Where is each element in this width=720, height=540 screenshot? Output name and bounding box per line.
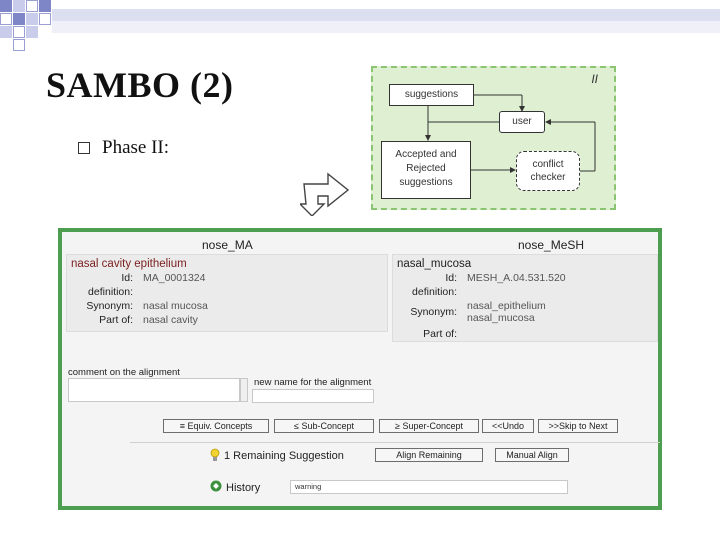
id-label: Id: [121,272,133,284]
left-synonym-row: Synonym: nasal mucosa [67,300,387,313]
new-name-input[interactable] [252,389,374,403]
align-remaining-button[interactable]: Align Remaining [375,448,483,462]
decor-square [26,26,38,38]
slide-title: SAMBO (2) [46,65,234,105]
left-synonym-value: nasal mucosa [143,300,208,312]
synonym-label: Synonym: [86,300,133,312]
right-ontology-header: nose_MeSH [518,238,585,252]
left-concept-name: nasal cavity epithelium [71,258,187,270]
right-id-row: Id: MESH_A.04.531.520 [393,272,657,285]
right-definition-row: definition: [393,286,657,299]
bullet-text: Phase II: [102,137,170,158]
comment-scrollbar[interactable] [240,378,248,402]
decor-square [39,13,51,25]
right-synonym-value-1: nasal_epithelium [467,300,546,312]
left-concept-card: nasal cavity epithelium Id: MA_0001324 d… [66,254,388,332]
left-ontology-header: nose_MA [202,238,253,252]
workflow-arrows [425,94,596,173]
manual-align-button[interactable]: Manual Align [495,448,569,462]
decor-square [0,26,12,38]
super-concept-button[interactable]: ≥ Super-Concept [379,419,479,433]
sub-concept-button[interactable]: ≤ Sub-Concept [274,419,374,433]
definition-label: definition: [412,286,457,298]
history-icon [210,480,222,492]
right-synonym-value-2: nasal_mucosa [467,312,535,324]
decor-bar [52,21,720,33]
left-id-value: MA_0001324 [143,272,206,284]
right-id-value: MESH_A.04.531.520 [467,272,566,284]
workflow-diagram: II suggestions user Accepted and Rejecte… [371,66,616,210]
new-name-label: new name for the alignment [254,377,372,388]
decor-square [13,26,25,38]
decor-square [13,39,25,51]
comment-label: comment on the alignment [68,367,180,378]
decor-square [13,0,25,12]
right-synonym-row: Synonym: nasal_epithelium nasal_mucosa [393,300,657,326]
history-field[interactable]: warning [290,480,568,494]
decor-square [26,0,38,12]
comment-input[interactable] [68,378,240,402]
remaining-suggestion-text: 1 Remaining Suggestion [224,450,344,462]
equiv-concepts-button[interactable]: ≡ Equiv. Concepts [163,419,269,433]
partof-label: Part of: [423,328,457,340]
synonym-label: Synonym: [410,306,457,318]
decor-square [0,0,12,12]
id-label: Id: [445,272,457,284]
bent-arrow-icon [300,172,350,216]
right-concept-name: nasal_mucosa [397,258,472,270]
partof-label: Part of: [99,314,133,326]
alignment-panel-body: nose_MA nose_MeSH nasal cavity epitheliu… [62,232,660,506]
alignment-panel: nose_MA nose_MeSH nasal cavity epitheliu… [58,228,662,510]
bullet-square-icon [78,142,90,154]
left-partof-row: Part of: nasal cavity [67,314,387,327]
undo-button[interactable]: <<Undo [482,419,534,433]
divider [130,442,660,443]
history-label: History [226,482,261,494]
definition-label: definition: [88,286,133,298]
left-definition-row: definition: [67,286,387,299]
right-concept-card: nasal_mucosa Id: MESH_A.04.531.520 defin… [392,254,658,342]
skip-to-next-button[interactable]: >>Skip to Next [538,419,618,433]
decor-square [26,13,38,25]
decor-square [13,13,25,25]
decor-square [39,0,51,12]
lightbulb-icon [210,448,220,461]
right-partof-row: Part of: [393,328,657,341]
decor-bar [52,9,720,21]
decor-square [0,13,12,25]
left-id-row: Id: MA_0001324 [67,272,387,285]
left-partof-value: nasal cavity [143,314,198,326]
